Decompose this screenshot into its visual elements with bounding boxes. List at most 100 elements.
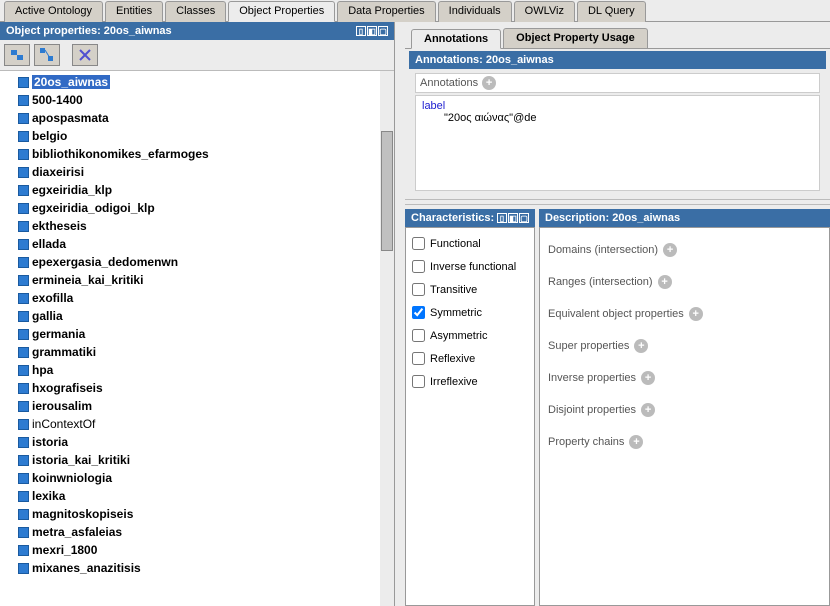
add-annotation-button[interactable]: + xyxy=(482,76,496,90)
subtab-object-property-usage[interactable]: Object Property Usage xyxy=(503,28,648,48)
characteristic-label: Asymmetric xyxy=(430,330,487,342)
description-section: Property chains + xyxy=(548,426,821,458)
char-close-icon[interactable]: ▢ xyxy=(519,213,529,223)
property-tree[interactable]: 20os_aiwnas500-1400apospasmatabelgiobibl… xyxy=(0,71,380,606)
add-description-button[interactable]: + xyxy=(641,403,655,417)
tree-item[interactable]: ellada xyxy=(18,235,380,253)
description-section-label: Ranges (intersection) xyxy=(548,276,653,288)
tree-item[interactable]: mixanes_anazitisis xyxy=(18,559,380,577)
tab-classes[interactable]: Classes xyxy=(165,1,226,22)
tree-item[interactable]: belgio xyxy=(18,127,380,145)
left-toolbar xyxy=(0,40,394,71)
characteristics-title: Characteristics: xyxy=(411,212,494,224)
property-icon xyxy=(18,455,29,466)
main-tabs: Active OntologyEntitiesClassesObject Pro… xyxy=(0,0,830,22)
tree-item[interactable]: 20os_aiwnas xyxy=(18,73,380,91)
tab-dl-query[interactable]: DL Query xyxy=(577,1,646,22)
tree-item[interactable]: epexergasia_dedomenwn xyxy=(18,253,380,271)
tab-active-ontology[interactable]: Active Ontology xyxy=(4,1,103,22)
tree-item[interactable]: bibliothikonomikes_efarmoges xyxy=(18,145,380,163)
add-child-button[interactable] xyxy=(34,44,60,66)
tree-item[interactable]: hxografiseis xyxy=(18,379,380,397)
tree-item[interactable]: 500-1400 xyxy=(18,91,380,109)
characteristic-checkbox-symmetric[interactable] xyxy=(412,306,425,319)
tab-individuals[interactable]: Individuals xyxy=(438,1,512,22)
property-icon xyxy=(18,239,29,250)
tab-owlviz[interactable]: OWLViz xyxy=(514,1,575,22)
tree-item-label: ellada xyxy=(32,237,66,251)
tab-data-properties[interactable]: Data Properties xyxy=(337,1,435,22)
property-icon xyxy=(18,221,29,232)
tree-item[interactable]: ierousalim xyxy=(18,397,380,415)
add-description-button[interactable]: + xyxy=(663,243,677,257)
annotation-key[interactable]: label xyxy=(422,100,813,112)
add-sibling-button[interactable] xyxy=(4,44,30,66)
tree-item[interactable]: hpa xyxy=(18,361,380,379)
titlebar-view1-icon[interactable]: ▯ xyxy=(356,26,366,36)
description-panel: Description: 20os_aiwnas Domains (inters… xyxy=(539,209,830,606)
characteristic-checkbox-functional[interactable] xyxy=(412,237,425,250)
left-scrollbar[interactable] xyxy=(380,71,394,606)
tree-item-label: germania xyxy=(32,327,85,341)
titlebar-close-icon[interactable]: ▢ xyxy=(378,26,388,36)
delete-button[interactable] xyxy=(72,44,98,66)
characteristic-checkbox-asymmetric[interactable] xyxy=(412,329,425,342)
tree-item[interactable]: egxeiridia_odigoi_klp xyxy=(18,199,380,217)
subtab-annotations[interactable]: Annotations xyxy=(411,29,501,49)
property-icon xyxy=(18,347,29,358)
annotation-tabs: AnnotationsObject Property Usage xyxy=(405,22,830,49)
left-panel-title: Object properties: 20os_aiwnas xyxy=(6,25,172,37)
characteristic-checkbox-irreflexive[interactable] xyxy=(412,375,425,388)
description-section: Super properties+ xyxy=(548,330,821,362)
characteristic-label: Reflexive xyxy=(430,353,475,365)
characteristic-checkbox-transitive[interactable] xyxy=(412,283,425,296)
tree-item[interactable]: diaxeirisi xyxy=(18,163,380,181)
add-description-button[interactable]: + xyxy=(658,275,672,289)
tree-item[interactable]: grammatiki xyxy=(18,343,380,361)
tree-item[interactable]: germania xyxy=(18,325,380,343)
property-icon xyxy=(18,257,29,268)
add-description-button[interactable]: + xyxy=(641,371,655,385)
tab-object-properties[interactable]: Object Properties xyxy=(228,1,335,22)
add-description-button[interactable]: + xyxy=(629,435,643,449)
characteristic-label: Symmetric xyxy=(430,307,482,319)
horizontal-splitter[interactable] xyxy=(405,199,830,205)
characteristic-checkbox-inverse-functional[interactable] xyxy=(412,260,425,273)
characteristic-row: Reflexive xyxy=(410,347,530,370)
characteristic-label: Inverse functional xyxy=(430,261,516,273)
char-view1-icon[interactable]: ▯ xyxy=(497,213,507,223)
annotations-section-header: Annotations + xyxy=(415,73,820,93)
tree-item[interactable]: istoria xyxy=(18,433,380,451)
description-section-label: Property chains xyxy=(548,436,624,448)
tree-item[interactable]: metra_asfaleias xyxy=(18,523,380,541)
characteristic-checkbox-reflexive[interactable] xyxy=(412,352,425,365)
tree-item[interactable]: mexri_1800 xyxy=(18,541,380,559)
titlebar-view2-icon[interactable]: ◧ xyxy=(367,26,377,36)
add-description-button[interactable]: + xyxy=(634,339,648,353)
tree-item-label: koinwniologia xyxy=(32,471,112,485)
characteristics-titlebar: Characteristics: ▯ ◧ ▢ xyxy=(405,209,535,227)
tree-item[interactable]: gallia xyxy=(18,307,380,325)
vertical-splitter[interactable] xyxy=(395,22,405,606)
tree-item[interactable]: inContextOf xyxy=(18,415,380,433)
characteristic-row: Irreflexive xyxy=(410,370,530,393)
property-icon xyxy=(18,491,29,502)
description-body: Domains (intersection)+Ranges (intersect… xyxy=(539,227,830,606)
bottom-row: Characteristics: ▯ ◧ ▢ FunctionalInverse… xyxy=(405,209,830,606)
characteristics-body: FunctionalInverse functionalTransitiveSy… xyxy=(405,227,535,606)
tab-entities[interactable]: Entities xyxy=(105,1,163,22)
tree-item[interactable]: koinwniologia xyxy=(18,469,380,487)
scrollbar-thumb[interactable] xyxy=(381,131,393,251)
tree-item[interactable]: exofilla xyxy=(18,289,380,307)
tree-item[interactable]: ektheseis xyxy=(18,217,380,235)
tree-item[interactable]: istoria_kai_kritiki xyxy=(18,451,380,469)
tree-item[interactable]: ermineia_kai_kritiki xyxy=(18,271,380,289)
tree-item[interactable]: egxeiridia_klp xyxy=(18,181,380,199)
tree-item[interactable]: apospasmata xyxy=(18,109,380,127)
tree-item[interactable]: lexika xyxy=(18,487,380,505)
annotations-panel: Annotations: 20os_aiwnas Annotations + l… xyxy=(409,51,826,197)
add-description-button[interactable]: + xyxy=(689,307,703,321)
tree-item[interactable]: magnitoskopiseis xyxy=(18,505,380,523)
tree-item-label: metra_asfaleias xyxy=(32,525,122,539)
char-view2-icon[interactable]: ◧ xyxy=(508,213,518,223)
